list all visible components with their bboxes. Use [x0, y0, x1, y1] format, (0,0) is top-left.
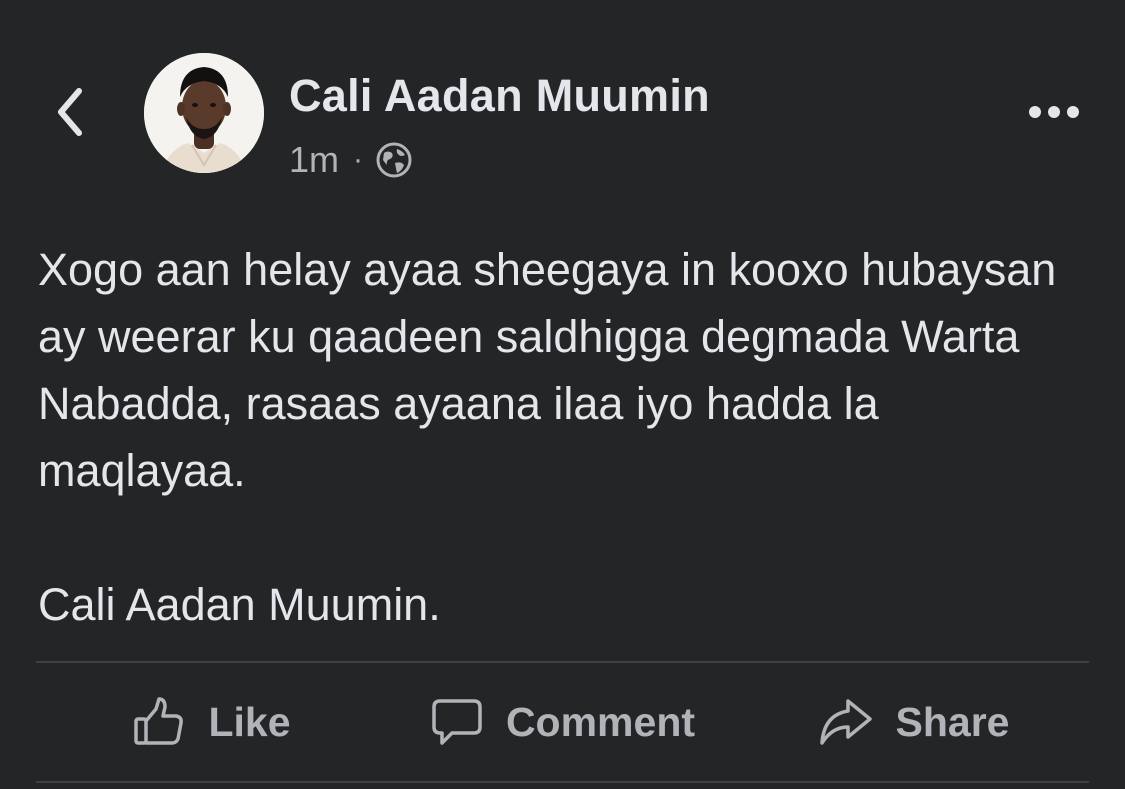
post-actions-bar: Like Comment Share — [36, 663, 1089, 781]
comment-button[interactable]: Comment — [387, 663, 738, 781]
chevron-left-icon — [58, 88, 82, 136]
divider — [36, 781, 1089, 783]
meta-separator: · — [353, 143, 364, 176]
globe-icon — [375, 141, 413, 179]
thumbs-up-icon — [134, 697, 184, 745]
more-options-button[interactable] — [1022, 92, 1086, 132]
back-button[interactable] — [48, 84, 92, 140]
post-signature: Cali Aadan Muumin. — [38, 579, 441, 630]
post-content: Xogo aan helay ayaa sheegaya in kooxo hu… — [38, 236, 1088, 638]
more-horizontal-icon — [1029, 106, 1079, 118]
share-button[interactable]: Share — [738, 663, 1089, 781]
comment-bubble-icon — [432, 699, 482, 745]
avatar[interactable] — [144, 53, 264, 173]
author-name[interactable]: Cali Aadan Muumin — [289, 70, 710, 122]
like-label: Like — [208, 698, 291, 745]
post-text: Xogo aan helay ayaa sheegaya in kooxo hu… — [38, 244, 1057, 496]
post-time[interactable]: 1m — [289, 139, 339, 181]
share-arrow-icon — [819, 699, 872, 745]
like-button[interactable]: Like — [36, 663, 387, 781]
share-label: Share — [895, 698, 1010, 745]
comment-label: Comment — [505, 698, 696, 745]
profile-photo — [144, 53, 264, 173]
post-meta: 1m · — [289, 137, 413, 183]
